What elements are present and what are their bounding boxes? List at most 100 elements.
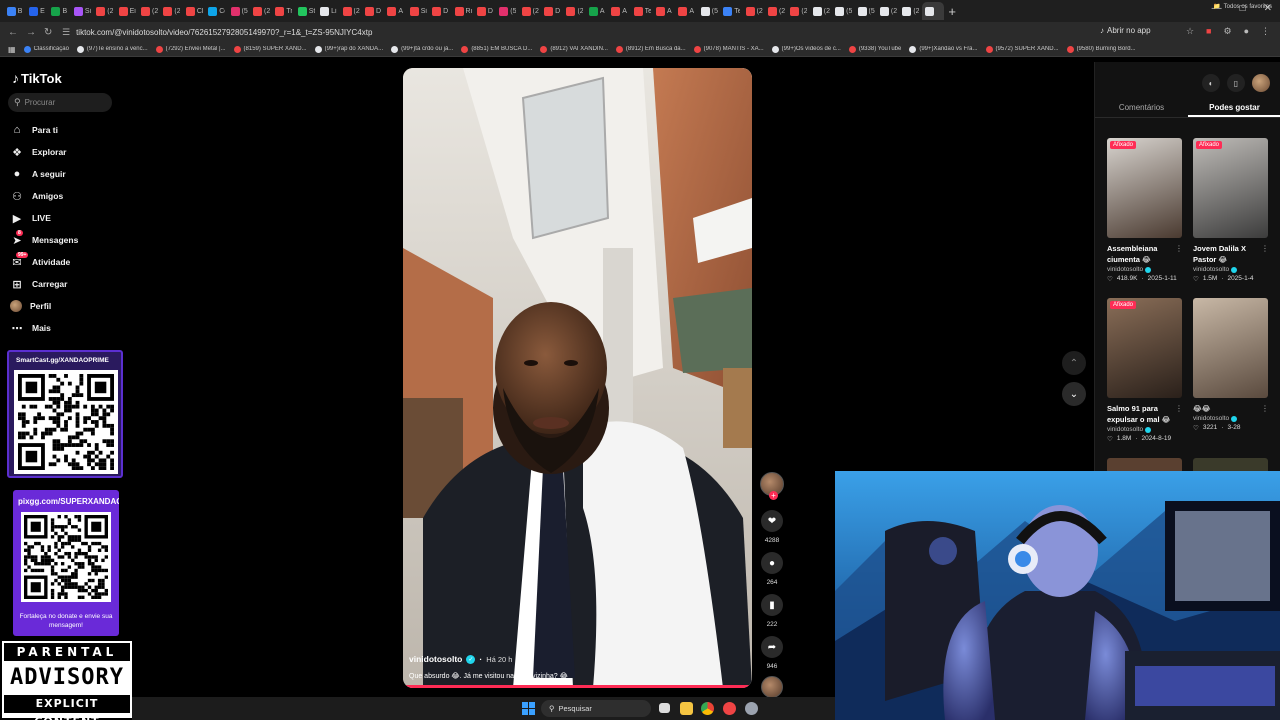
chrome-icon[interactable] (701, 702, 714, 715)
bookmark-item[interactable]: (9580) Burning Bord... (1066, 45, 1136, 53)
recommended-author[interactable]: vinidotosolto (1193, 415, 1269, 422)
browser-tab[interactable]: Ei (116, 2, 138, 20)
music-disc-avatar[interactable] (761, 676, 783, 698)
bookmark-item[interactable]: (99+)Xandão vs Fra... (909, 45, 978, 53)
sidebar-item-carregar[interactable]: ⊞ Carregar (10, 273, 120, 295)
browser-tab[interactable]: (2 (340, 2, 362, 20)
more-options-icon[interactable]: ⋮ (1175, 244, 1183, 253)
browser-tab[interactable]: A (385, 2, 407, 20)
comment-button[interactable]: ● (761, 552, 783, 574)
browser-tab[interactable]: St (295, 2, 317, 20)
author-avatar[interactable]: + (760, 472, 784, 500)
browser-tab[interactable]: D (541, 2, 563, 20)
browser-tab[interactable]: Si (407, 2, 429, 20)
search-input[interactable]: ⚲ Procurar (8, 93, 112, 112)
tab-comments[interactable]: Comentários (1095, 98, 1188, 117)
browser-tab[interactable]: Te (631, 2, 653, 20)
browser-tab[interactable]: Te (721, 2, 743, 20)
recommended-title[interactable]: Assembleiana ciumenta 😂 (1107, 243, 1175, 265)
browser-tab[interactable]: (2 (250, 2, 272, 20)
browser-tab[interactable]: (2 (564, 2, 586, 20)
browser-tab[interactable]: (2 (161, 2, 183, 20)
bookmark-item[interactable]: (8159) SUPER XAND... (233, 45, 307, 53)
recommended-author[interactable]: vinidotosolto (1107, 426, 1183, 433)
bookmark-item[interactable]: (8912) Em Busca da... (615, 45, 686, 53)
bookmark-item[interactable]: (99+)rap do XANDÃ... (314, 45, 383, 53)
browser-tab[interactable]: (2 (788, 2, 810, 20)
video-thumbnail[interactable]: Afixado (1107, 138, 1182, 238)
browser-tab[interactable]: (2 (743, 2, 765, 20)
sidebar-item-explorar[interactable]: ❖ Explorar (10, 141, 120, 163)
browser-tab[interactable]: (2 (810, 2, 832, 20)
sidebar-item-amigos[interactable]: ⚇ Amigos (10, 185, 120, 207)
settings-icon[interactable] (745, 702, 758, 715)
tiktok-logo[interactable]: ♪ TikTok (12, 70, 62, 86)
browser-tab[interactable]: B (4, 2, 26, 20)
recommended-title[interactable]: 😂😂 (1193, 403, 1261, 414)
video-thumbnail[interactable]: Afixado (1193, 138, 1268, 238)
browser-tab[interactable] (922, 2, 945, 20)
like-button[interactable]: ❤ (761, 510, 783, 532)
recommended-author[interactable]: vinidotosolto (1193, 266, 1269, 273)
more-options-icon[interactable]: ⋮ (1261, 404, 1269, 413)
new-tab-icon[interactable]: + (948, 4, 956, 19)
browser-tab[interactable]: Cl (183, 2, 205, 20)
browser-tab[interactable]: (2 (138, 2, 160, 20)
profile-icon[interactable]: ● (1244, 26, 1249, 37)
browser-tab[interactable]: Si (71, 2, 93, 20)
next-video-button[interactable]: ⌄ (1062, 382, 1086, 406)
tab-suggested[interactable]: Podes gostar (1188, 98, 1280, 117)
bookmark-item[interactable]: (99+)Os vídeos de c... (771, 45, 841, 53)
browser-tab[interactable]: A (586, 2, 608, 20)
reload-icon[interactable]: ↻ (44, 27, 54, 38)
file-explorer-icon[interactable] (680, 702, 693, 715)
back-icon[interactable]: ← (8, 27, 18, 38)
taskbar-search[interactable]: ⚲ Pesquisar (541, 700, 651, 717)
browser-tab[interactable]: A (653, 2, 675, 20)
bookmark-item[interactable]: (9572) SUPER XAND... (985, 45, 1059, 53)
extension-icon[interactable]: ■ (1206, 26, 1211, 37)
sidebar-item-a-seguir[interactable]: ● A seguir (10, 163, 120, 185)
more-options-icon[interactable]: ⋮ (1261, 244, 1269, 253)
browser-tab[interactable]: (2 (900, 2, 922, 20)
forward-icon[interactable]: → (26, 27, 36, 38)
browser-tab[interactable]: D (429, 2, 451, 20)
open-in-app-button[interactable]: ♪ Abrir no app (1100, 26, 1151, 35)
apps-icon[interactable]: ▦ (8, 45, 16, 54)
browser-tab[interactable]: D (474, 2, 496, 20)
user-avatar[interactable] (1252, 74, 1270, 92)
task-view-icon[interactable] (659, 703, 670, 713)
recommended-title[interactable]: Salmo 91 para expulsar o mal 😂 (1107, 403, 1175, 425)
bookmark-item[interactable]: (99+)tá crdo ou já... (391, 45, 453, 53)
browser-tab[interactable]: (2 (94, 2, 116, 20)
recommended-title[interactable]: Jovem Dalila X Pastor 😂 (1193, 243, 1261, 265)
site-info-icon[interactable]: ☰ (62, 27, 70, 38)
bookmark-item[interactable]: (8851) EM BUSCA D... (461, 45, 532, 53)
browser-tab[interactable]: D (362, 2, 384, 20)
previous-video-button[interactable]: ⌃ (1062, 351, 1086, 375)
video-author[interactable]: vinidotosolto ✓ · Há 20 h (409, 654, 512, 664)
bookmark-item[interactable]: (9078) MANTIS - XA... (693, 45, 764, 53)
video-username[interactable]: vinidotosolto (409, 654, 462, 664)
bookmark-item[interactable]: (8912) VAI XANDIN... (540, 45, 608, 53)
sidebar-item-para-ti[interactable]: ⌂ Para ti (10, 119, 120, 141)
video-thumbnail[interactable] (1193, 298, 1268, 398)
all-favorites[interactable]: 📁 Todos os favoritos (1213, 3, 1272, 11)
device-icon[interactable]: ▯ (1227, 74, 1245, 92)
sidebar-item-atividade[interactable]: ✉ 99+ Atividade (10, 251, 120, 273)
browser-tab[interactable]: (5 (698, 2, 720, 20)
progress-bar[interactable] (403, 685, 749, 688)
sidebar-item-mais[interactable]: ⋯ Mais (10, 317, 120, 339)
save-button[interactable]: ▮ (761, 594, 783, 616)
follow-plus-icon[interactable]: + (769, 491, 778, 500)
browser-tab[interactable]: Li (317, 2, 339, 20)
share-button[interactable]: ➦ (761, 636, 783, 658)
browser-tab[interactable]: (5 (855, 2, 877, 20)
app-icon[interactable] (723, 702, 736, 715)
recommended-video[interactable]: 😂😂 ⋮ vinidotosolto ♡ 3221 · 3-28 (1193, 298, 1269, 432)
sidebar-item-mensagens[interactable]: ➤ 8 Mensagens (10, 229, 120, 251)
sidebar-item-live[interactable]: ▶ LIVE (10, 207, 120, 229)
browser-tab[interactable]: (5 (497, 2, 519, 20)
bookmark-star-icon[interactable]: ☆ (1186, 26, 1194, 37)
extensions-icon[interactable]: ⚙ (1223, 26, 1231, 37)
